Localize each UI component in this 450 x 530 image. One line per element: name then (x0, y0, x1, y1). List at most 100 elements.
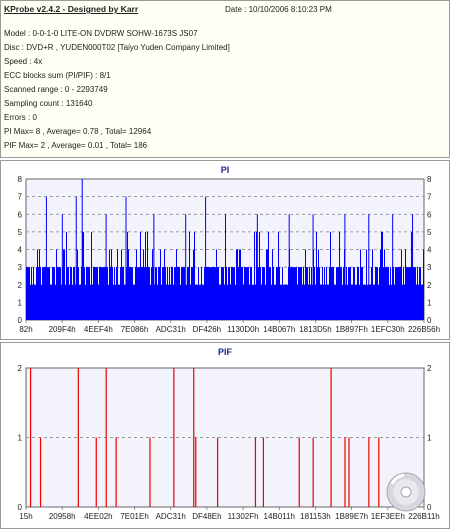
pi-bar (36, 267, 37, 320)
pi-bar (136, 249, 137, 320)
y-tick-label-left: 0 (18, 503, 23, 512)
pi-bar (163, 267, 164, 320)
pi-bar (339, 231, 340, 320)
y-tick-label-left: 2 (18, 364, 23, 373)
pi-bar (332, 267, 333, 320)
pi-bar (243, 284, 244, 320)
pi-bar (195, 284, 196, 320)
pi-bar (145, 231, 146, 320)
pi-bar (34, 284, 35, 320)
pi-bar (351, 284, 352, 320)
pi-bar (233, 267, 234, 320)
pi-bar (107, 267, 108, 320)
pi-bar (166, 284, 167, 320)
pi-bar (44, 267, 45, 320)
pi-bar (389, 284, 390, 320)
pi-bar (242, 267, 243, 320)
y-tick-label-right: 1 (427, 434, 432, 443)
x-tick-label: 4EEF4h (84, 325, 113, 334)
pi-bar (279, 267, 280, 320)
pif-chart: PIF0 01 12 215h 20958h 4EE02h 7E01Eh ADC31h DF48… (18, 347, 440, 521)
pi-bar (86, 267, 87, 320)
pi-bar (378, 284, 379, 320)
pi-bar (190, 284, 191, 320)
pi-bar (101, 267, 102, 320)
pi-bar (156, 267, 157, 320)
pi-bar (314, 267, 315, 320)
pi-bar (385, 267, 386, 320)
pi-bar (321, 284, 322, 320)
pi-bar (277, 267, 278, 320)
pi-bar (224, 284, 225, 320)
pif-bar (217, 437, 219, 507)
x-tick-label: 15h (19, 512, 32, 521)
y-tick-label-right: 8 (427, 175, 432, 184)
pif-bar (368, 437, 370, 507)
pi-bar (173, 284, 174, 320)
pi-bar (342, 284, 343, 320)
pi-bar (109, 249, 110, 320)
pi-bar (117, 249, 118, 320)
info-speed: Speed : 4x (4, 57, 43, 66)
pi-bar (168, 284, 169, 320)
pi-bar (57, 267, 58, 320)
pi-bar (341, 267, 342, 320)
pi-bar (283, 284, 284, 320)
pi-bar (223, 267, 224, 320)
pi-bar (388, 267, 389, 320)
pif-bar (330, 368, 332, 507)
pi-spike (412, 214, 414, 320)
pi-bar (137, 267, 138, 320)
pi-bar (69, 284, 70, 320)
pi-bar (390, 267, 391, 320)
pi-bar (197, 284, 198, 320)
pi-bar (196, 284, 197, 320)
pi-bar (140, 231, 141, 320)
pi-bar (96, 267, 97, 320)
pi-bar (411, 231, 412, 320)
pi-bar (409, 267, 410, 320)
pi-bar (364, 284, 365, 320)
info-pi-stats: PI Max= 8 , Average= 0.78 , Total= 12964 (4, 127, 152, 136)
pi-bar (348, 267, 349, 320)
pi-bar (99, 267, 100, 320)
pi-bar (266, 249, 267, 320)
pi-bar (362, 267, 363, 320)
pi-bar (373, 284, 374, 320)
pi-bar (187, 267, 188, 320)
pi-bar (273, 267, 274, 320)
pi-bar (234, 267, 235, 320)
pi-bar (245, 267, 246, 320)
pif-bar (95, 437, 97, 507)
pi-bar (282, 267, 283, 320)
pi-bar (328, 284, 329, 320)
y-tick-label-left: 1 (18, 298, 23, 307)
y-tick-label-left: 6 (18, 210, 23, 219)
pi-bar (376, 267, 377, 320)
pi-spike (61, 214, 63, 320)
pi-bar (176, 249, 177, 320)
pi-bar (134, 284, 135, 320)
info-ecc: ECC blocks sum (PI/PIF) : 8/1 (4, 71, 111, 80)
pi-bar (92, 284, 93, 320)
pi-spike (225, 214, 226, 320)
pi-bar (379, 267, 380, 320)
y-tick-label-right: 2 (427, 364, 432, 373)
pi-bar (221, 267, 222, 320)
pi-bar (354, 267, 355, 320)
x-tick-label: ADC31h (156, 325, 186, 334)
pi-bar (260, 267, 261, 320)
pi-bar (218, 267, 219, 320)
pi-bar (316, 231, 317, 320)
pi-bar (164, 249, 165, 320)
pi-bar (309, 267, 310, 320)
y-tick-label-left: 8 (18, 175, 23, 184)
pi-bar (399, 267, 400, 320)
pi-spike (344, 214, 346, 320)
pi-bar (375, 267, 376, 320)
pi-bar (142, 267, 143, 320)
pi-bar (222, 267, 223, 320)
x-tick-label: 11302Fh (228, 512, 259, 521)
pi-bar (210, 267, 211, 320)
pi-bar (338, 267, 339, 320)
